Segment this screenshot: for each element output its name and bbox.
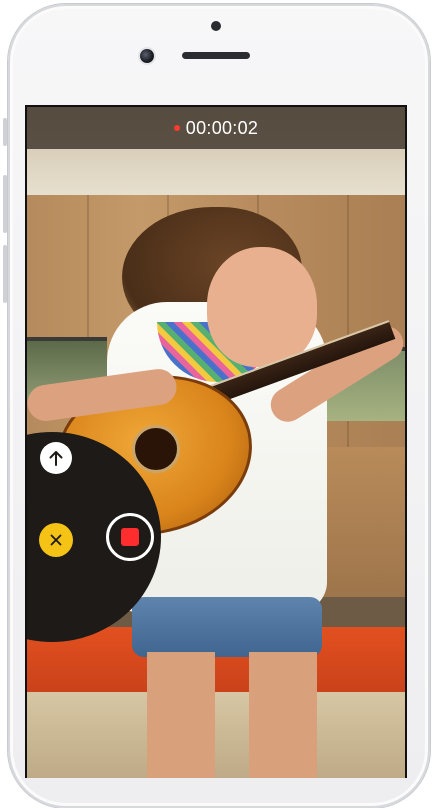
volume-up-button (3, 175, 7, 233)
arrow-up-icon (48, 449, 64, 467)
cancel-recording-button[interactable] (39, 523, 73, 557)
stop-recording-button[interactable] (106, 513, 154, 561)
camera-viewfinder: 00:00:02 (25, 105, 407, 778)
mute-switch (3, 118, 7, 146)
close-icon (50, 534, 62, 546)
volume-down-button (3, 245, 7, 303)
recording-timer: 00:00:02 (185, 117, 259, 138)
front-camera-icon (140, 49, 154, 63)
earpiece-speaker (182, 52, 250, 59)
recording-status-bar: 00:00:02 (27, 107, 405, 149)
recording-dot-icon (173, 125, 180, 131)
upload-button[interactable] (40, 442, 72, 474)
stop-square-icon (121, 528, 139, 546)
phone-device: 00:00:02 (0, 0, 434, 808)
proximity-sensor (211, 21, 221, 31)
